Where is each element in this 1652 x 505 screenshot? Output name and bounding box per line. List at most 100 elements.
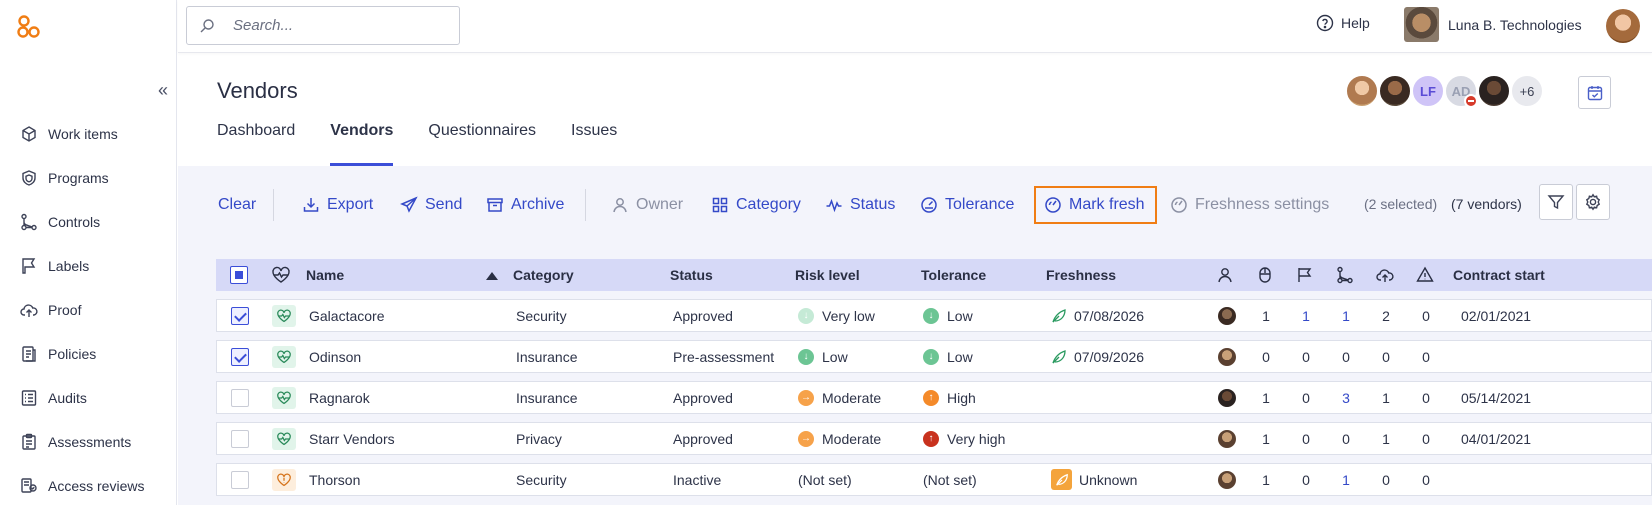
help-button[interactable]: Help: [1316, 14, 1370, 32]
table-row[interactable]: Ragnarok Insurance Approved → Moderate ↑ H…: [216, 381, 1652, 414]
sidebar-item-label: Access reviews: [48, 478, 145, 494]
count-2: 0: [1302, 389, 1310, 406]
count-4: 1: [1382, 389, 1390, 406]
vendor-name[interactable]: Starr Vendors: [309, 431, 395, 447]
column-name[interactable]: Name: [306, 267, 344, 283]
count-1: 1: [1262, 471, 1270, 488]
table-row[interactable]: Odinson Insurance Pre-assessment ↓ Low ↓ L…: [216, 340, 1652, 373]
app-logo[interactable]: [16, 14, 42, 40]
column-risk-level[interactable]: Risk level: [795, 267, 860, 283]
mouse-column-icon[interactable]: [1256, 266, 1274, 284]
freshness-settings-button[interactable]: Freshness settings: [1170, 187, 1329, 223]
select-all-checkbox[interactable]: [230, 266, 248, 284]
gear-icon: [1584, 193, 1602, 211]
calendar-check-icon: [1586, 84, 1604, 102]
leaf-icon: [1051, 308, 1067, 324]
sort-ascending-icon[interactable]: [486, 272, 498, 280]
vendor-name[interactable]: Galactacore: [309, 308, 384, 324]
health-good-icon: [272, 304, 296, 327]
archive-button[interactable]: Archive: [486, 187, 564, 223]
freshness-date: 07/08/2026: [1074, 307, 1145, 324]
category-button[interactable]: Category: [711, 187, 801, 223]
sidebar-item-audits[interactable]: Audits: [0, 376, 177, 420]
send-button[interactable]: Send: [400, 187, 462, 223]
search-input[interactable]: [233, 17, 433, 34]
row-checkbox[interactable]: [231, 388, 249, 407]
column-category[interactable]: Category: [513, 267, 574, 283]
warning-column-icon[interactable]: [1416, 266, 1434, 284]
row-checkbox[interactable]: [231, 306, 249, 325]
sidebar-item-controls[interactable]: Controls: [0, 200, 177, 244]
sidebar-item-work-items[interactable]: Work items: [0, 112, 177, 156]
flag-column-icon[interactable]: [1296, 266, 1314, 284]
count-3: 0: [1342, 348, 1350, 365]
arrow-down-icon: ↓: [798, 307, 814, 324]
owner-button[interactable]: Owner: [611, 187, 683, 223]
avatar[interactable]: [1345, 74, 1379, 108]
column-tolerance[interactable]: Tolerance: [921, 267, 986, 283]
sidebar-item-access-reviews[interactable]: Access reviews: [0, 464, 177, 505]
sidebar-item-policies[interactable]: Policies: [0, 332, 177, 376]
sidebar-item-labels[interactable]: Labels: [0, 244, 177, 288]
user-avatar[interactable]: [1606, 9, 1640, 43]
column-status[interactable]: Status: [670, 267, 713, 283]
row-checkbox[interactable]: [231, 429, 249, 448]
controls-column-icon[interactable]: [1336, 266, 1354, 284]
column-contract-start[interactable]: Contract start: [1453, 267, 1545, 283]
tab-dashboard[interactable]: Dashboard: [217, 122, 295, 166]
count-3[interactable]: 1: [1336, 472, 1356, 488]
avatar[interactable]: [1378, 74, 1412, 108]
leaf-icon: [1051, 349, 1067, 365]
count-3[interactable]: 1: [1336, 308, 1356, 324]
calendar-check-button[interactable]: [1578, 76, 1611, 109]
row-checkbox[interactable]: [231, 347, 249, 366]
sidebar-item-proof[interactable]: Proof: [0, 288, 177, 332]
avatar[interactable]: LF: [1411, 74, 1445, 108]
table-row[interactable]: Galactacore Security Approved ↓ Very low …: [216, 299, 1652, 332]
status-button[interactable]: Status: [825, 187, 895, 223]
count-2[interactable]: 1: [1296, 308, 1316, 324]
tolerance-label: Very high: [947, 430, 1006, 447]
owner-column-icon[interactable]: [1216, 266, 1234, 284]
sidebar-collapse-button[interactable]: «: [158, 80, 168, 101]
owner-avatar[interactable]: [1218, 347, 1236, 366]
table-row[interactable]: Thorson Security Inactive (Not set) (Not…: [216, 463, 1652, 496]
sidebar-item-programs[interactable]: Programs: [0, 156, 177, 200]
cloud-upload-icon: [20, 301, 38, 319]
row-checkbox[interactable]: [231, 470, 249, 489]
more-avatars-button[interactable]: +6: [1510, 74, 1544, 108]
search-box[interactable]: [186, 6, 460, 45]
owner-avatar[interactable]: [1218, 306, 1236, 325]
avatar[interactable]: [1477, 74, 1511, 108]
divider: [585, 189, 586, 221]
clear-button[interactable]: Clear: [218, 187, 256, 223]
health-column-icon[interactable]: [271, 266, 291, 284]
tab-issues[interactable]: Issues: [571, 122, 617, 166]
tab-vendors[interactable]: Vendors: [330, 122, 394, 166]
sidebar-item-assessments[interactable]: Assessments: [0, 420, 177, 464]
freshness: Unknown: [1051, 469, 1137, 490]
avatar[interactable]: AD: [1444, 74, 1478, 108]
owner-avatar[interactable]: [1218, 429, 1236, 448]
count-3: 0: [1342, 430, 1350, 447]
send-icon: [400, 196, 418, 214]
cloud-upload-column-icon[interactable]: [1376, 266, 1394, 284]
mark-fresh-button[interactable]: Mark fresh: [1034, 186, 1157, 224]
vendor-name[interactable]: Thorson: [309, 472, 360, 488]
table-row[interactable]: Starr Vendors Privacy Approved → Moderate…: [216, 422, 1652, 455]
tolerance-button[interactable]: Tolerance: [920, 187, 1014, 223]
count-3[interactable]: 3: [1336, 390, 1356, 406]
column-freshness[interactable]: Freshness: [1046, 267, 1116, 283]
freshness-label: Unknown: [1079, 471, 1138, 488]
status-label: Status: [850, 196, 896, 213]
settings-button[interactable]: [1576, 184, 1610, 220]
tab-questionnaires[interactable]: Questionnaires: [428, 122, 536, 166]
owner-avatar[interactable]: [1218, 388, 1236, 407]
vendor-name[interactable]: Odinson: [309, 349, 361, 365]
document-icon: [20, 345, 38, 363]
vendor-name[interactable]: Ragnarok: [309, 390, 370, 406]
filter-button[interactable]: [1539, 184, 1573, 220]
export-button[interactable]: Export: [302, 187, 373, 223]
org-switcher[interactable]: Luna B. Technologies: [1404, 7, 1582, 42]
owner-avatar[interactable]: [1218, 470, 1236, 489]
